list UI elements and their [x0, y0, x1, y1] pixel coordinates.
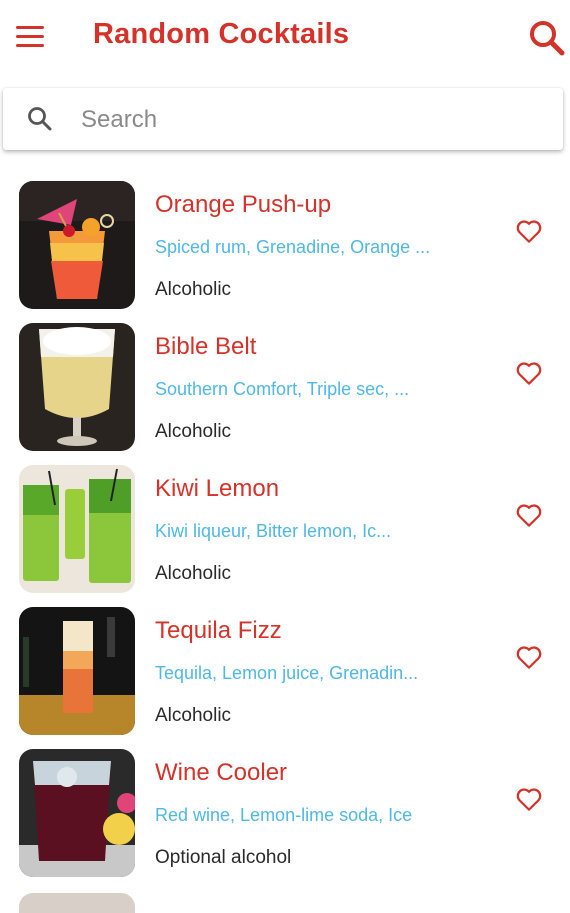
- cocktail-item-bible-belt[interactable]: Bible Belt Southern Comfort, Triple sec,…: [0, 318, 570, 460]
- app-title: Random Cocktails: [93, 18, 350, 50]
- search-bar: [3, 88, 563, 150]
- cocktail-ingredients: Kiwi liqueur, Bitter lemon, Ic...: [155, 521, 392, 541]
- cocktail-image-partial: [19, 893, 135, 913]
- search-input[interactable]: [79, 98, 543, 142]
- cocktail-ingredients: Tequila, Lemon juice, Grenadin...: [155, 663, 419, 683]
- cocktail-category: Alcoholic: [155, 563, 232, 584]
- search-icon: [27, 106, 53, 132]
- cocktail-ingredients: Spiced rum, Grenadine, Orange ...: [155, 237, 431, 257]
- cocktail-name: Orange Push-up: [155, 191, 332, 218]
- cocktail-item-orange-push-up[interactable]: Orange Push-up Spiced rum, Grenadine, Or…: [0, 176, 570, 318]
- heart-outline-icon[interactable]: [514, 784, 544, 814]
- cocktail-category: Optional alcohol: [155, 847, 292, 868]
- hamburger-menu-icon[interactable]: [16, 26, 44, 48]
- search-icon[interactable]: [528, 19, 566, 57]
- cocktail-name: Tequila Fizz: [155, 617, 282, 644]
- cocktail-category: Alcoholic: [155, 705, 232, 726]
- cocktail-item-tequila-fizz[interactable]: Tequila Fizz Tequila, Lemon juice, Grena…: [0, 602, 570, 744]
- cocktail-name: Bible Belt: [155, 333, 257, 360]
- cocktail-image: [19, 607, 135, 735]
- cocktail-name: Kiwi Lemon: [155, 475, 280, 502]
- cocktail-item-kiwi-lemon[interactable]: Kiwi Lemon Kiwi liqueur, Bitter lemon, I…: [0, 460, 570, 602]
- cocktail-name: Wine Cooler: [155, 759, 288, 786]
- cocktail-list: Orange Push-up Spiced rum, Grenadine, Or…: [0, 176, 570, 886]
- heart-outline-icon[interactable]: [514, 642, 544, 672]
- heart-outline-icon[interactable]: [514, 216, 544, 246]
- app-bar: Random Cocktails: [0, 0, 570, 76]
- cocktail-category: Alcoholic: [155, 421, 232, 442]
- cocktail-ingredients: Southern Comfort, Triple sec, ...: [155, 379, 410, 399]
- cocktail-image: [19, 749, 135, 877]
- cocktail-item-wine-cooler[interactable]: Wine Cooler Red wine, Lemon-lime soda, I…: [0, 744, 570, 886]
- heart-outline-icon[interactable]: [514, 358, 544, 388]
- cocktail-ingredients: Red wine, Lemon-lime soda, Ice: [155, 805, 413, 825]
- cocktail-image: [19, 323, 135, 451]
- heart-outline-icon[interactable]: [514, 500, 544, 530]
- cocktail-category: Alcoholic: [155, 279, 232, 300]
- cocktail-image: [19, 465, 135, 593]
- cocktail-image: [19, 181, 135, 309]
